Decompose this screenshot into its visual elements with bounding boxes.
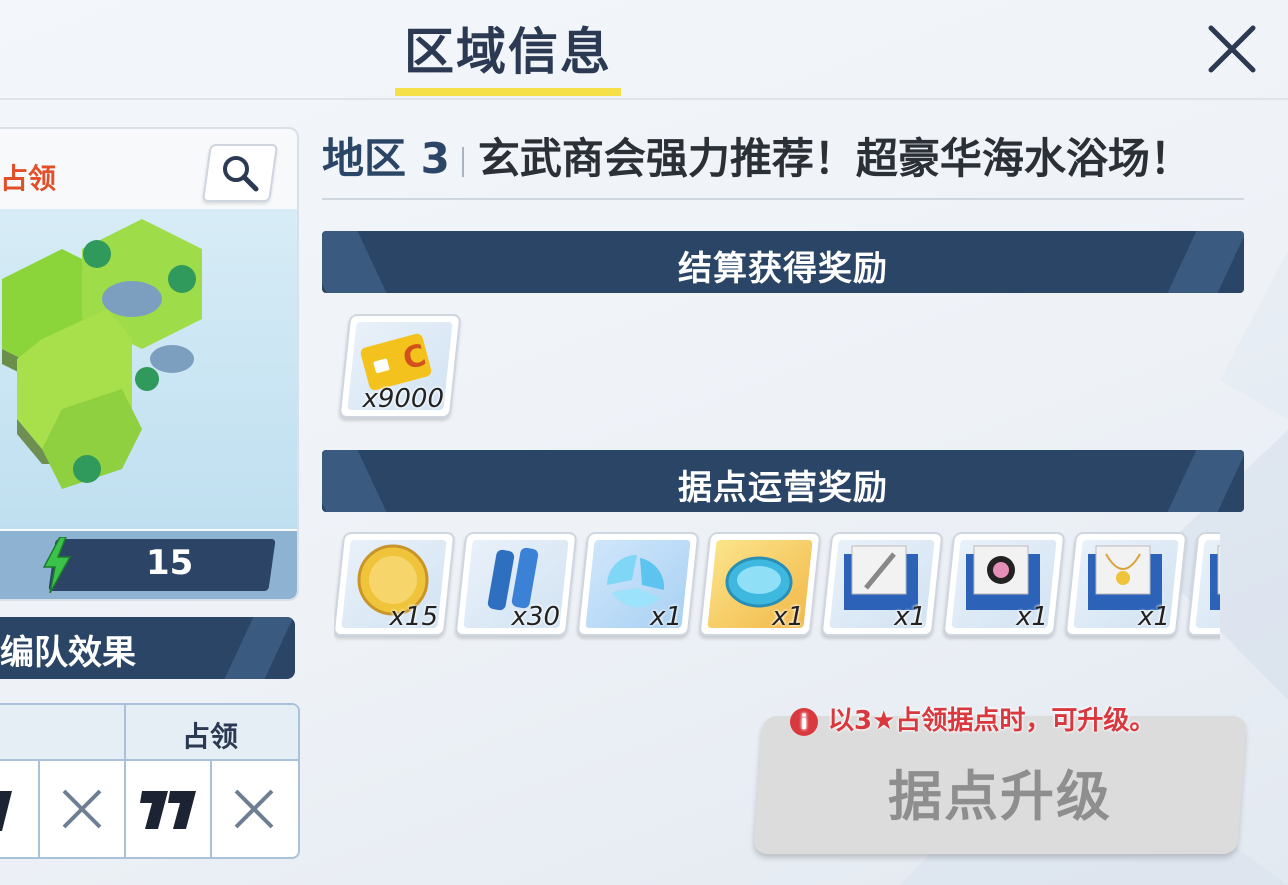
upgrade-notice: i 以3★占领据点时，可升级。 [790, 700, 1155, 737]
reward-item-blueprint-tool[interactable]: x1 [820, 532, 944, 636]
item-quantity: x1 [1138, 602, 1170, 632]
item-quantity: x1 [1016, 602, 1048, 632]
team-logo-icon [0, 791, 12, 831]
table-divider [38, 759, 40, 857]
cross-icon [234, 789, 274, 829]
settlement-reward-title: 结算获得奖励 [678, 249, 888, 289]
team-logo-icon [140, 791, 196, 829]
reward-item-blue-fragment[interactable]: x1 [576, 532, 700, 636]
energy-bar: 15 [0, 531, 297, 599]
table-divider [124, 705, 126, 857]
upgrade-notice-text: 以3★占领据点时，可升级。 [828, 706, 1156, 736]
info-icon: i [790, 707, 818, 736]
header-bar: 区域信息 [0, 0, 1288, 100]
close-button[interactable] [1205, 22, 1259, 76]
formation-table-header-label: 占领 [182, 720, 239, 753]
reward-item-blueprint-necklace[interactable]: x1 [1064, 532, 1188, 636]
island-illustration [2, 219, 202, 489]
item-quantity: x1 [894, 602, 926, 632]
region-preview-card: 占领 15 [0, 127, 299, 601]
reward-item-scroll[interactable]: x30 [454, 532, 578, 636]
energy-value: 15 [146, 543, 194, 583]
formation-effect-table: 占领 [0, 703, 300, 859]
title-separator [461, 146, 464, 177]
lightning-icon [42, 537, 72, 593]
item-quantity: x1 [650, 602, 682, 632]
blueprint-icon [1210, 545, 1220, 610]
formation-effect-banner: 编队效果 [0, 617, 295, 679]
settlement-reward-banner: 结算获得奖励 [322, 231, 1244, 293]
region-number: 地区 3 [322, 134, 450, 183]
page-title: 区域信息 [404, 23, 612, 81]
title-divider [322, 198, 1244, 200]
operation-reward-list: x15 x30 x1 x1 x1 x1 x1 [334, 532, 1220, 642]
upgrade-button-label: 据点升级 [888, 765, 1112, 828]
region-name: 玄武商会强力推荐！超豪华海水浴场！ [477, 134, 1192, 183]
item-quantity: x1 [772, 602, 804, 632]
reward-item-partial[interactable] [1186, 532, 1220, 636]
formation-table-header: 占领 [0, 705, 298, 761]
item-quantity: x30 [511, 602, 560, 632]
item-quantity: x9000 [362, 384, 444, 414]
reward-item-blueprint-watch[interactable]: x1 [942, 532, 1066, 636]
reward-item-blue-disc[interactable]: x1 [698, 532, 822, 636]
operation-reward-title: 据点运营奖励 [678, 468, 888, 508]
reward-item-card[interactable]: C x9000 [338, 314, 462, 418]
title-underline [395, 88, 621, 96]
operation-reward-banner: 据点运营奖励 [322, 450, 1244, 512]
formation-effect-title: 编队效果 [0, 633, 136, 673]
island-map-preview[interactable] [0, 209, 297, 529]
occupy-status-label: 占领 [0, 162, 57, 195]
item-quantity: x15 [389, 602, 438, 632]
zoom-button[interactable] [201, 144, 279, 202]
card-icon: C [360, 333, 432, 391]
banner-stripe [224, 617, 294, 679]
region-title: 地区 3 玄武商会强力推荐！超豪华海水浴场！ [322, 125, 1192, 186]
table-divider [210, 759, 212, 857]
close-icon [1208, 25, 1256, 73]
cross-icon [62, 789, 102, 829]
search-icon [223, 156, 259, 192]
reward-item-coin[interactable]: x15 [334, 532, 456, 636]
